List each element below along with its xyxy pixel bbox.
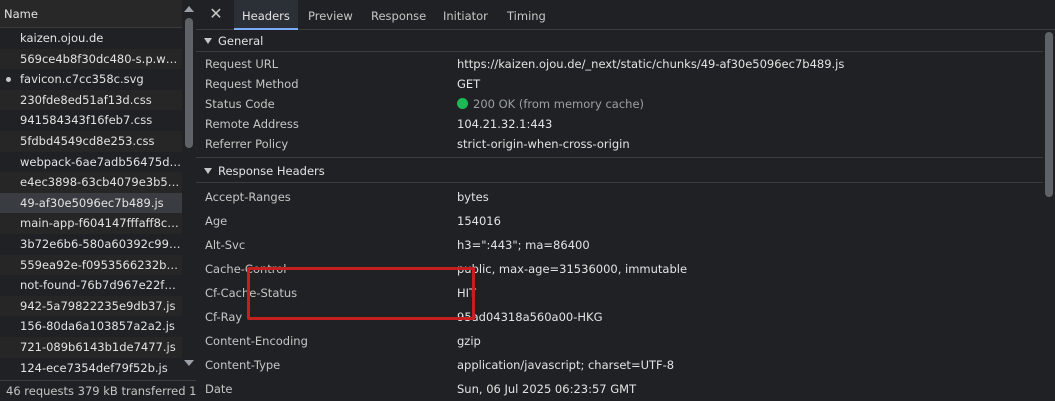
section-title: Response Headers [218,164,325,178]
header-value: application/javascript; charset=UTF-8 [457,358,675,372]
header-value: gzip [457,334,481,348]
header-value: 95ad04318a560a00-HKG [457,310,603,324]
header-row: Cf-Cache-Status HIT [196,281,1055,305]
header-row: Alt-Svc h3=":443"; ma=86400 [196,233,1055,257]
request-item[interactable]: 124-ece7354def79f52b.js [0,358,182,379]
scroll-up-arrow-icon[interactable] [184,6,194,12]
request-item[interactable]: main-app-f604147fffaff8c4.js [0,213,182,234]
general-section-header[interactable]: General [196,30,1055,52]
header-key: Remote Address [205,117,299,131]
header-row: Accept-Ranges bytes [196,185,1055,209]
request-item[interactable]: 559ea92e-f0953566232b70f... [0,254,182,276]
header-row: Content-Type application/javascript; char… [196,353,1055,377]
request-item[interactable]: 941584343f16feb7.css [0,110,182,131]
header-value: 154016 [457,214,501,228]
expand-triangle-icon [204,38,212,44]
request-item[interactable]: 156-80da6a103857a2a2.js [0,316,182,337]
header-row: Age 154016 [196,209,1055,233]
request-item[interactable]: e4ec3898-63cb4079e3b5e7... [0,172,182,193]
request-item[interactable]: 942-5a79822235e9db37.js [0,295,182,317]
header-key: Cf-Ray [205,310,243,324]
request-list: kaizen.ojou.de 569ce4b8f30dc480-s.p.woff… [0,28,182,380]
network-summary-status: 46 requests 379 kB transferred 1.4 [0,380,196,401]
status-code-text: 200 OK [473,97,516,111]
details-scrollbar[interactable] [1043,30,1055,401]
header-row: Referrer Policy strict-origin-when-cross-… [196,134,1055,154]
header-row: Content-Encoding gzip [196,329,1055,353]
header-value: HIT [457,286,477,300]
header-key: Accept-Ranges [205,190,291,204]
tab-initiator[interactable]: Initiator [435,0,496,30]
header-key: Content-Type [205,358,281,372]
tab-timing[interactable]: Timing [499,0,554,30]
request-item[interactable]: 569ce4b8f30dc480-s.p.woff2 [0,48,182,70]
status-ok-icon [457,98,468,109]
header-row: Remote Address 104.21.32.1:443 [196,114,1055,134]
svg-file-icon [6,77,11,83]
referrer-policy-value: strict-origin-when-cross-origin [457,137,630,151]
response-headers-section: Accept-Ranges bytes Age 154016 Alt-Svc h3=":4… [196,183,1055,401]
request-list-scrollbar[interactable] [182,0,196,380]
header-key: Content-Encoding [205,334,308,348]
header-key: Cf-Cache-Status [205,286,298,300]
response-headers-section-header[interactable]: Response Headers [196,157,1055,183]
remote-address-value: 104.21.32.1:443 [457,117,553,131]
request-item-label: favicon.c7cc358c.svg [20,72,144,87]
header-value: bytes [457,190,489,204]
section-title: General [218,34,264,48]
header-key: Status Code [205,97,275,111]
details-tab-bar: ✕ Headers Preview Response Initiator Tim… [196,0,1055,30]
tab-preview[interactable]: Preview [300,0,361,30]
header-row: Status Code 200 OK (from memory cache) [196,94,1055,114]
header-key: Request URL [205,57,279,71]
tab-headers[interactable]: Headers [234,0,298,30]
header-key: Referrer Policy [205,137,289,151]
request-item[interactable]: 230fde8ed51af13d.css [0,89,182,111]
header-key: Cache-Control [205,262,287,276]
scrollbar-thumb[interactable] [1045,32,1053,197]
header-key: Age [205,214,228,228]
header-row: Cf-Ray 95ad04318a560a00-HKG [196,305,1055,329]
request-list-pane: Name kaizen.ojou.de 569ce4b8f30dc480-s.p… [0,0,196,401]
request-item[interactable]: 5fdbd4549cd8e253.css [0,130,182,152]
request-item[interactable]: webpack-6ae7adb56475d7... [0,152,182,173]
name-column-header[interactable]: Name [0,0,195,28]
status-code-value: 200 OK (from memory cache) [457,94,644,114]
header-value: h3=":443"; ma=86400 [457,238,590,252]
request-item[interactable]: kaizen.ojou.de [0,28,182,49]
request-item-selected[interactable]: 49-af30e5096ec7b489.js [0,192,182,214]
request-details-pane: ✕ Headers Preview Response Initiator Tim… [196,0,1055,401]
expand-triangle-icon [204,168,212,174]
request-item[interactable]: not-found-76b7d967e22f27... [0,275,182,296]
general-section: Request URL https://kaizen.ojou.de/_next/… [196,52,1055,157]
header-value: public, max-age=31536000, immutable [457,262,688,276]
scroll-down-arrow-icon[interactable] [184,360,194,366]
status-note: (from memory cache) [518,97,645,111]
close-icon[interactable]: ✕ [208,6,224,23]
header-row: Request Method GET [196,74,1055,94]
header-row: Date Sun, 06 Jul 2025 06:23:57 GMT [196,377,1055,401]
request-url-value: https://kaizen.ojou.de/_next/static/chun… [457,57,845,71]
header-row: Request URL https://kaizen.ojou.de/_next/… [196,54,1055,74]
header-key: Request Method [205,77,299,91]
request-item[interactable]: 721-089b6143b1de7477.js [0,336,182,358]
request-item[interactable]: favicon.c7cc358c.svg [0,69,182,90]
header-key: Date [205,382,233,396]
header-row: Cache-Control public, max-age=31536000, i… [196,257,1055,281]
header-key: Alt-Svc [205,238,246,252]
request-item[interactable]: 3b72e6b6-580a60392c9902... [0,234,182,255]
header-value: Sun, 06 Jul 2025 06:23:57 GMT [457,382,637,396]
request-method-value: GET [457,77,481,91]
scrollbar-thumb[interactable] [185,18,193,148]
tab-response[interactable]: Response [363,0,434,30]
